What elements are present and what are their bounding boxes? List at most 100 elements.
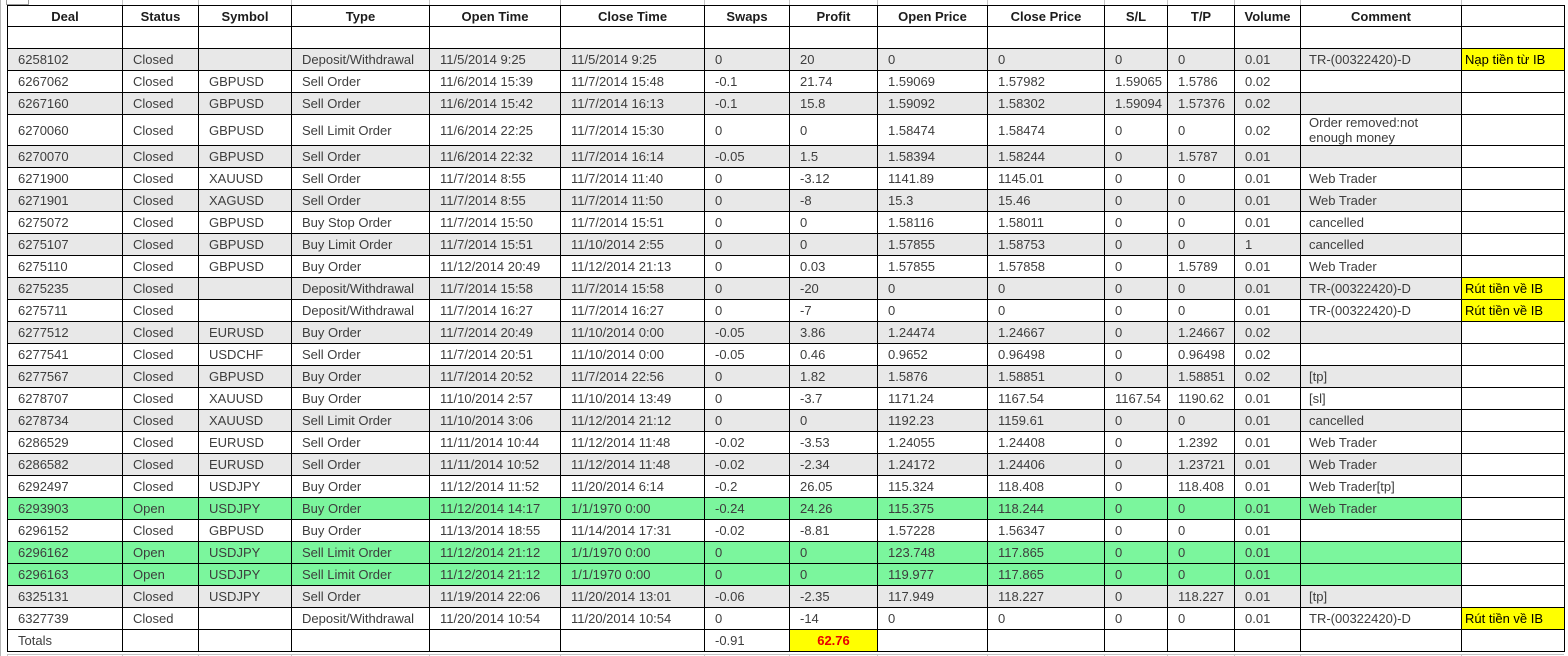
cell-tp: 0 (1167, 233, 1235, 256)
table-row: 6277567 Closed GBPUSD Buy Order 11/7/201… (7, 365, 1565, 388)
cell-deal: 6271901 (7, 189, 123, 212)
cell-type: Sell Order (291, 189, 430, 212)
cell-volume: 0.01 (1234, 475, 1301, 498)
cell-volume: 0.01 (1234, 563, 1301, 586)
cell-close-price: 15.46 (987, 189, 1105, 212)
cell-open-time: 11/6/2014 15:42 (429, 92, 561, 115)
table-row: 6258102 Closed Deposit/Withdrawal 11/5/2… (7, 48, 1565, 71)
column-stub (560, 0, 704, 5)
cell-swaps: 0 (704, 233, 790, 256)
cell-profit: 0.03 (789, 255, 878, 278)
cell-open-time: 11/7/2014 16:27 (429, 299, 561, 322)
column-stub (877, 0, 987, 5)
cell-status: Closed (122, 519, 199, 542)
cell-close-price: 1.24406 (987, 453, 1105, 476)
cell-profit: 26.05 (789, 475, 878, 498)
cell-note: Nạp tiền từ IB (1461, 48, 1565, 71)
cell-comment (1300, 519, 1462, 542)
cell-profit: -2.35 (789, 585, 878, 608)
cell-tp: 1190.62 (1167, 387, 1235, 410)
cell-volume: 0.01 (1234, 409, 1301, 432)
cell-swaps: 0 (704, 541, 790, 564)
cell-volume: 1 (1234, 233, 1301, 256)
cell-comment: cancelled (1300, 233, 1462, 256)
cell-symbol: GBPUSD (198, 233, 292, 256)
table-body: 6258102 Closed Deposit/Withdrawal 11/5/2… (7, 26, 1565, 652)
table-row: 6325131 Closed USDJPY Sell Order 11/19/2… (7, 585, 1565, 608)
cell-open-time (429, 26, 561, 49)
cell-profit: 0 (789, 211, 878, 234)
cell-close-time: 11/20/2014 6:14 (560, 475, 705, 498)
table-row: 6275072 Closed GBPUSD Buy Stop Order 11/… (7, 211, 1565, 234)
table-row: 6278707 Closed XAUUSD Buy Order 11/10/20… (7, 387, 1565, 410)
cell-open-price: 1141.89 (877, 167, 988, 190)
cell-open-price: 1.57228 (877, 519, 988, 542)
cell-close-time: 11/12/2014 21:13 (560, 255, 705, 278)
cell-open-time: 11/12/2014 20:49 (429, 255, 561, 278)
cell-deal: 6270060 (7, 114, 123, 146)
cell-close-price (987, 629, 1105, 652)
cell-sl: 0 (1104, 277, 1168, 300)
cell-status: Closed (122, 453, 199, 476)
cell-status: Closed (122, 211, 199, 234)
cell-open-time: 11/11/2014 10:52 (429, 453, 561, 476)
cell-volume: 0.01 (1234, 431, 1301, 454)
column-stub (704, 0, 789, 5)
table-row: 6275711 Closed Deposit/Withdrawal 11/7/2… (7, 299, 1565, 322)
cell-swaps: 0 (704, 211, 790, 234)
cell-close-time: 11/7/2014 15:48 (560, 70, 705, 93)
cell-type: Buy Order (291, 321, 430, 344)
cell-comment: cancelled (1300, 211, 1462, 234)
cell-tp: 0 (1167, 497, 1235, 520)
cell-comment: [sl] (1300, 387, 1462, 410)
cell-note: Rút tiền về IB (1461, 299, 1565, 322)
trading-statement-table: Deal Status Symbol Type Open Time Close Time S… (7, 5, 1565, 652)
cell-open-price: 15.3 (877, 189, 988, 212)
table-row: 6286529 Closed EURUSD Sell Order 11/11/2… (7, 431, 1565, 454)
cell-tp: 1.23721 (1167, 453, 1235, 476)
cell-sl: 0 (1104, 453, 1168, 476)
cell-close-price: 1145.01 (987, 167, 1105, 190)
cell-tp: 1.5786 (1167, 70, 1235, 93)
column-header: Open Time (429, 5, 561, 27)
cell-swaps: 0 (704, 563, 790, 586)
cell-symbol: XAUUSD (198, 409, 292, 432)
column-header: Status (122, 5, 199, 27)
cell-note (1461, 585, 1565, 608)
window-left-edge (0, 0, 1, 656)
cell-type: Sell Limit Order (291, 409, 430, 432)
cell-swaps: 0 (704, 277, 790, 300)
cell-symbol: EURUSD (198, 453, 292, 476)
cell-status: Closed (122, 189, 199, 212)
column-stub (122, 0, 198, 5)
cell-close-time: 11/7/2014 11:40 (560, 167, 705, 190)
cell-profit: -8.81 (789, 519, 878, 542)
cell-deal: 6293903 (7, 497, 123, 520)
column-header: Swaps (704, 5, 790, 27)
cell-note (1461, 26, 1565, 49)
cell-note (1461, 497, 1565, 520)
cell-open-time: 11/7/2014 8:55 (429, 189, 561, 212)
cell-comment: Web Trader (1300, 431, 1462, 454)
cell-close-price: 1.58244 (987, 145, 1105, 168)
table-row: 6270070 Closed GBPUSD Sell Order 11/6/20… (7, 145, 1565, 168)
cell-open-time (429, 629, 561, 652)
cell-comment (1300, 629, 1462, 652)
cell-swaps: -0.1 (704, 70, 790, 93)
cell-tp: 0 (1167, 519, 1235, 542)
cell-note (1461, 387, 1565, 410)
cell-volume: 0.01 (1234, 497, 1301, 520)
cell-close-time: 11/10/2014 0:00 (560, 321, 705, 344)
cell-status: Closed (122, 387, 199, 410)
cell-close-price: 0 (987, 48, 1105, 71)
cell-open-price: 1.5876 (877, 365, 988, 388)
cell-close-time: 1/1/1970 0:00 (560, 563, 705, 586)
cell-profit: -8 (789, 189, 878, 212)
cell-close-time: 11/7/2014 16:27 (560, 299, 705, 322)
cell-profit: -14 (789, 607, 878, 630)
cell-close-price: 1.58851 (987, 365, 1105, 388)
cell-symbol (198, 277, 292, 300)
cell-tp (1167, 26, 1235, 49)
column-stub (1167, 0, 1234, 5)
cell-note (1461, 475, 1565, 498)
